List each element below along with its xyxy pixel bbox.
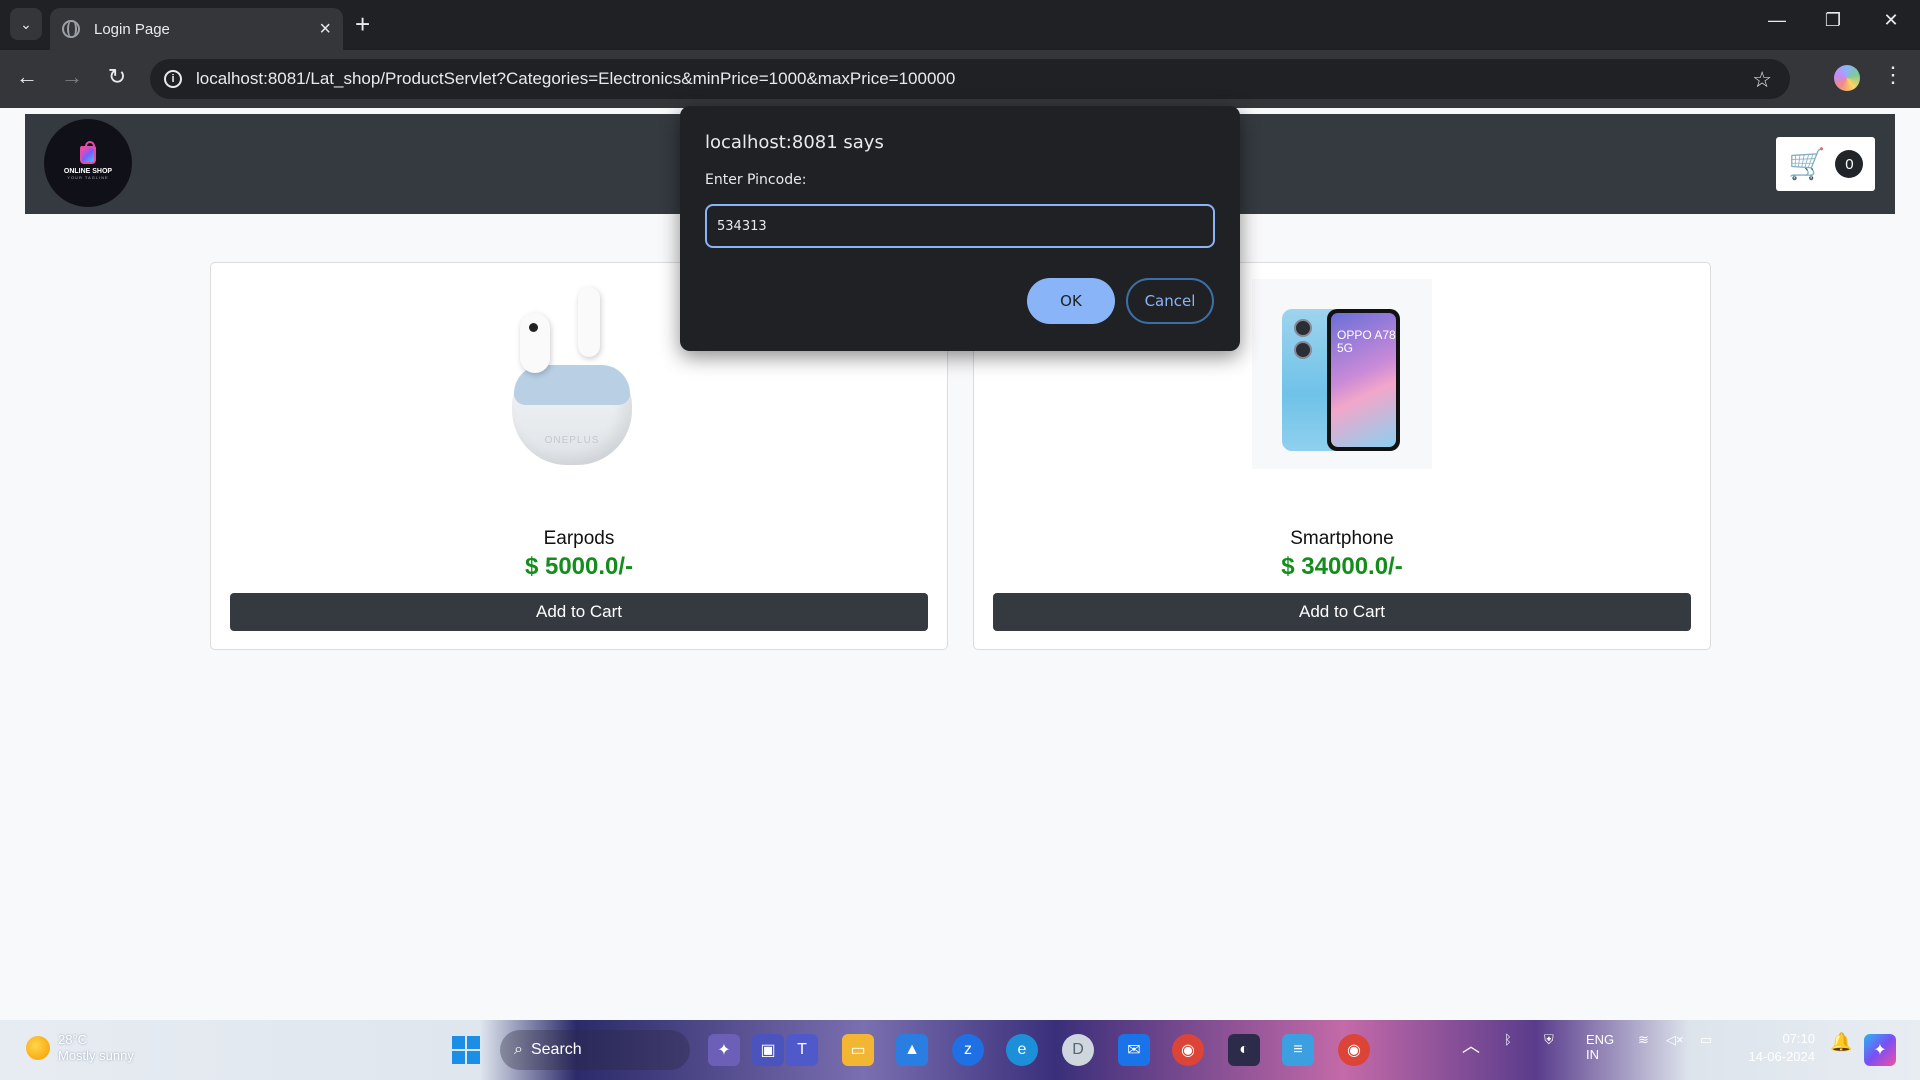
prompt-dialog: localhost:8081 says Enter Pincode: OK Ca… xyxy=(680,106,1240,351)
reload-icon[interactable]: ↻ xyxy=(102,64,132,90)
site-logo[interactable]: ONLINE SHOP YOUR TAGLINE xyxy=(44,119,132,207)
security-shield-icon[interactable]: ⛨ xyxy=(1544,1032,1554,1048)
mail-icon[interactable]: ✉ xyxy=(1118,1034,1150,1066)
product-price: $ 34000.0/- xyxy=(1281,553,1403,580)
clock-time: 07:10 xyxy=(1782,1031,1815,1046)
menu-dots-icon[interactable]: ⋮ xyxy=(1882,62,1904,88)
minimize-icon[interactable]: — xyxy=(1762,10,1792,31)
browser-toolbar: ← → ↻ i localhost:8081/Lat_shop/ProductS… xyxy=(0,50,1920,108)
chrome-icon[interactable]: ◉ xyxy=(1172,1034,1204,1066)
add-to-cart-button[interactable]: Add to Cart xyxy=(993,593,1691,631)
wifi-icon[interactable]: ≋ xyxy=(1638,1032,1649,1048)
forward-arrow-icon[interactable]: → xyxy=(57,64,87,90)
site-info-icon[interactable]: i xyxy=(164,70,182,88)
photos-icon[interactable]: ▲ xyxy=(896,1034,928,1066)
phone-screen: OPPO A78 5G xyxy=(1331,313,1396,447)
sun-icon xyxy=(26,1036,50,1060)
cart-count-badge: 0 xyxy=(1835,150,1864,178)
windows-start-icon[interactable] xyxy=(452,1036,480,1064)
smartphone-image: OPPO A78 5G xyxy=(1252,279,1432,469)
search-icon: ⌕ xyxy=(514,1041,523,1058)
copilot-icon[interactable]: ✦ xyxy=(708,1034,740,1066)
clock-date: 14-06-2024 xyxy=(1748,1049,1816,1064)
battery-icon[interactable]: ▭ xyxy=(1700,1032,1712,1048)
close-tab-icon[interactable]: × xyxy=(319,19,331,39)
ok-button[interactable]: OK xyxy=(1027,278,1115,324)
taskbar-search-label: Search xyxy=(530,1041,582,1058)
window-close-icon[interactable]: ✕ xyxy=(1876,10,1906,31)
dialog-label: Enter Pincode: xyxy=(705,172,807,188)
product-name: Smartphone xyxy=(1290,528,1394,549)
shopping-bag-icon xyxy=(80,141,96,164)
profile-avatar[interactable] xyxy=(1834,65,1860,91)
region-label: IN xyxy=(1586,1047,1599,1062)
address-bar[interactable]: i localhost:8081/Lat_shop/ProductServlet… xyxy=(150,59,1790,99)
tab-title: Login Page xyxy=(94,20,170,38)
logo-subtext: YOUR TAGLINE xyxy=(67,175,109,180)
earpods-image: ONEPLUS xyxy=(490,279,670,469)
windows-taskbar: 28°C Mostly sunny ⌕ Search ✦ ▣ T ▭ ▲ z e… xyxy=(0,1020,1920,1080)
weather-desc: Mostly sunny xyxy=(58,1048,134,1063)
weather-temp: 28°C xyxy=(58,1032,88,1047)
weather-widget[interactable]: 28°C Mostly sunny xyxy=(26,1032,134,1064)
cancel-button[interactable]: Cancel xyxy=(1126,278,1214,324)
show-hidden-icons-chevron[interactable]: ︿ xyxy=(1462,1032,1480,1058)
shopping-cart-icon: 🛒 xyxy=(1788,147,1826,181)
language-indicator[interactable]: ENG IN xyxy=(1586,1032,1614,1062)
notification-bell-icon[interactable]: 🔔 xyxy=(1830,1032,1852,1053)
eclipse-icon[interactable]: ◐ xyxy=(1228,1034,1260,1066)
dialog-title: localhost:8081 says xyxy=(705,132,884,153)
case-brand-text: ONEPLUS xyxy=(544,435,600,446)
logo-text: ONLINE SHOP xyxy=(63,168,113,175)
meet-icon[interactable]: ▣ xyxy=(752,1034,784,1066)
chrome-active-icon[interactable]: ◉ xyxy=(1338,1034,1370,1066)
product-name: Earpods xyxy=(543,528,615,549)
add-to-cart-button[interactable]: Add to Cart xyxy=(230,593,928,631)
volume-muted-icon[interactable]: ◁× xyxy=(1666,1032,1684,1048)
product-price: $ 5000.0/- xyxy=(524,553,634,580)
url-text[interactable]: localhost:8081/Lat_shop/ProductServlet?C… xyxy=(196,69,955,89)
camera-lens-icon xyxy=(1294,319,1312,337)
file-explorer-icon[interactable]: ▭ xyxy=(842,1034,874,1066)
pincode-input[interactable] xyxy=(705,204,1215,248)
teams-icon[interactable]: T xyxy=(786,1034,818,1066)
tab-search-chevron-icon[interactable]: ⌄ xyxy=(10,8,42,40)
globe-icon xyxy=(62,20,80,38)
restore-icon[interactable]: ❐ xyxy=(1818,10,1848,31)
taskbar-clock[interactable]: 07:10 14-06-2024 xyxy=(1730,1030,1816,1066)
bookmark-star-icon[interactable]: ☆ xyxy=(1752,67,1772,93)
phone-front: OPPO A78 5G xyxy=(1327,309,1400,451)
taskbar-search[interactable]: ⌕ Search xyxy=(500,1030,690,1070)
earbud-right xyxy=(578,287,600,357)
phone-screen-text: OPPO A78 5G xyxy=(1337,328,1396,355)
copilot-pre-icon[interactable]: ✦ xyxy=(1864,1034,1896,1066)
cart-button[interactable]: 🛒 0 xyxy=(1776,137,1875,191)
notepad-icon[interactable]: ≡ xyxy=(1282,1034,1314,1066)
language-label: ENG xyxy=(1586,1032,1615,1047)
browser-tabstrip: ⌄ Login Page × + — ❐ ✕ xyxy=(0,0,1920,50)
zoom-icon[interactable]: z xyxy=(952,1034,984,1066)
dell-icon[interactable]: D xyxy=(1062,1034,1094,1066)
new-tab-plus-icon[interactable]: + xyxy=(355,10,370,38)
camera-lens-icon xyxy=(1294,341,1312,359)
back-arrow-icon[interactable]: ← xyxy=(12,64,42,90)
edge-icon[interactable]: e xyxy=(1006,1034,1038,1066)
browser-tab[interactable]: Login Page × xyxy=(50,8,343,50)
bluetooth-icon[interactable]: ᛒ xyxy=(1504,1032,1512,1047)
earbud-left xyxy=(520,313,550,373)
